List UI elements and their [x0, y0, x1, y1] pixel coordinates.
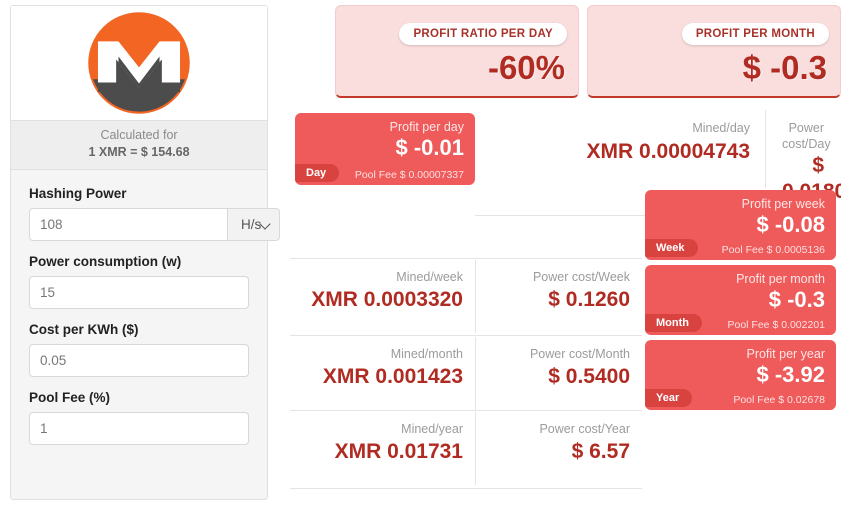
- hashing-power-row: H/s: [29, 207, 281, 241]
- profit-card-day-fee: Pool Fee $ 0.00007337: [354, 169, 464, 181]
- power-cost-month-cell: Power cost/Month $ 0.5400: [478, 339, 642, 395]
- monero-logo-icon: [88, 12, 190, 114]
- profit-card-week-badge: Week: [645, 239, 698, 257]
- summary-banners: PROFIT RATIO PER DAY -60% PROFIT PER MON…: [335, 5, 841, 103]
- profit-card-week-label: Profit per week: [741, 197, 825, 211]
- column-divider: [475, 337, 476, 410]
- power-cost-year-cell: Power cost/Year $ 6.57: [478, 414, 642, 470]
- mined-week-cell: Mined/week XMR 0.0003320: [290, 262, 475, 318]
- profit-card-month-label: Profit per month: [736, 272, 825, 286]
- row-divider: [290, 410, 642, 411]
- power-cost-week-cell: Power cost/Week $ 0.1260: [478, 262, 642, 318]
- profit-per-month-title: PROFIT PER MONTH: [681, 23, 829, 45]
- pool-fee-label: Pool Fee (%): [29, 389, 111, 405]
- mined-day-label: Mined/day: [692, 121, 750, 135]
- mined-month-value: XMR 0.001423: [322, 364, 463, 388]
- mined-year-label: Mined/year: [401, 422, 463, 436]
- calculator-sidebar: Calculated for 1 XMR = $ 154.68 Hashing …: [10, 5, 281, 500]
- profit-card-week: Profit per week $ -0.08 Pool Fee $ 0.000…: [645, 190, 836, 260]
- calculated-for-block: Calculated for 1 XMR = $ 154.68: [11, 121, 267, 170]
- profit-card-week-value: $ -0.08: [756, 212, 826, 237]
- hashing-power-input[interactable]: [29, 207, 228, 241]
- mined-week-value: XMR 0.0003320: [311, 287, 463, 311]
- cost-per-kwh-label: Cost per KWh ($): [29, 321, 139, 337]
- calculator-form: Hashing Power H/s Power consumption (w) …: [11, 170, 281, 455]
- cost-per-kwh-input[interactable]: [29, 343, 249, 377]
- power-cost-week-label: Power cost/Week: [532, 270, 630, 284]
- results-grid: Profit per day $ -0.01 Pool Fee $ 0.0000…: [290, 110, 841, 498]
- column-divider: [475, 260, 476, 333]
- power-consumption-input[interactable]: [29, 275, 249, 309]
- mined-week-label: Mined/week: [396, 270, 463, 284]
- mined-day-cell: Mined/day XMR 0.00004743: [480, 113, 762, 171]
- profit-card-month: Profit per month $ -0.3 Pool Fee $ 0.002…: [645, 265, 836, 335]
- hashing-power-label: Hashing Power: [29, 185, 127, 201]
- profit-ratio-per-day-banner: PROFIT RATIO PER DAY -60%: [335, 5, 579, 98]
- mined-day-value: XMR 0.00004743: [586, 139, 750, 163]
- row-divider: [290, 335, 642, 336]
- profit-ratio-per-day-title: PROFIT RATIO PER DAY: [399, 23, 567, 45]
- power-cost-month-value: $ 0.5400: [548, 364, 630, 388]
- profit-card-year: Profit per year $ -3.92 Pool Fee $ 0.026…: [645, 340, 836, 410]
- mined-year-value: XMR 0.01731: [334, 439, 463, 463]
- coin-logo-container: [11, 6, 267, 121]
- row-divider: [290, 488, 642, 489]
- calculated-for-label: Calculated for: [100, 128, 178, 142]
- power-cost-year-label: Power cost/Year: [539, 422, 630, 436]
- power-cost-month-label: Power cost/Month: [529, 347, 630, 361]
- coin-rate-value: 1 XMR = $ 154.68: [88, 144, 190, 159]
- hash-unit-select[interactable]: H/s: [228, 207, 281, 241]
- profit-card-day-label: Profit per day: [389, 120, 464, 134]
- column-divider: [765, 110, 766, 188]
- profit-card-month-value: $ -0.3: [768, 287, 825, 312]
- profit-card-week-fee: Pool Fee $ 0.0005136: [721, 244, 825, 256]
- profit-card-day-value: $ -0.01: [395, 135, 465, 160]
- mining-calculator-page: Calculated for 1 XMR = $ 154.68 Hashing …: [0, 0, 841, 505]
- chevron-down-icon: [261, 220, 270, 229]
- pool-fee-input[interactable]: [29, 411, 249, 445]
- profit-card-year-value: $ -3.92: [756, 362, 826, 387]
- profit-ratio-per-day-value: -60%: [487, 49, 565, 86]
- profit-card-day: Profit per day $ -0.01 Pool Fee $ 0.0000…: [295, 113, 475, 185]
- hash-unit-value: H/s: [241, 216, 262, 232]
- profit-card-year-badge: Year: [645, 389, 693, 407]
- mined-year-cell: Mined/year XMR 0.01731: [290, 414, 475, 470]
- row-divider: [290, 258, 642, 259]
- power-cost-year-value: $ 6.57: [571, 439, 630, 463]
- profit-per-month-banner: PROFIT PER MONTH $ -0.3: [587, 5, 841, 98]
- mined-month-label: Mined/month: [390, 347, 463, 361]
- column-divider: [475, 412, 476, 485]
- power-consumption-label: Power consumption (w): [29, 253, 182, 269]
- profit-per-month-value: $ -0.3: [742, 49, 827, 86]
- profit-card-month-fee: Pool Fee $ 0.002201: [727, 319, 826, 331]
- power-cost-week-value: $ 0.1260: [548, 287, 630, 311]
- profit-card-year-fee: Pool Fee $ 0.02678: [733, 394, 825, 406]
- power-cost-day-label: Power cost/Day: [782, 121, 831, 151]
- profit-card-month-badge: Month: [645, 314, 702, 332]
- profit-card-year-label: Profit per year: [746, 347, 825, 361]
- results-panel: PROFIT RATIO PER DAY -60% PROFIT PER MON…: [290, 0, 841, 505]
- mined-month-cell: Mined/month XMR 0.001423: [290, 339, 475, 395]
- profit-card-day-badge: Day: [295, 164, 340, 182]
